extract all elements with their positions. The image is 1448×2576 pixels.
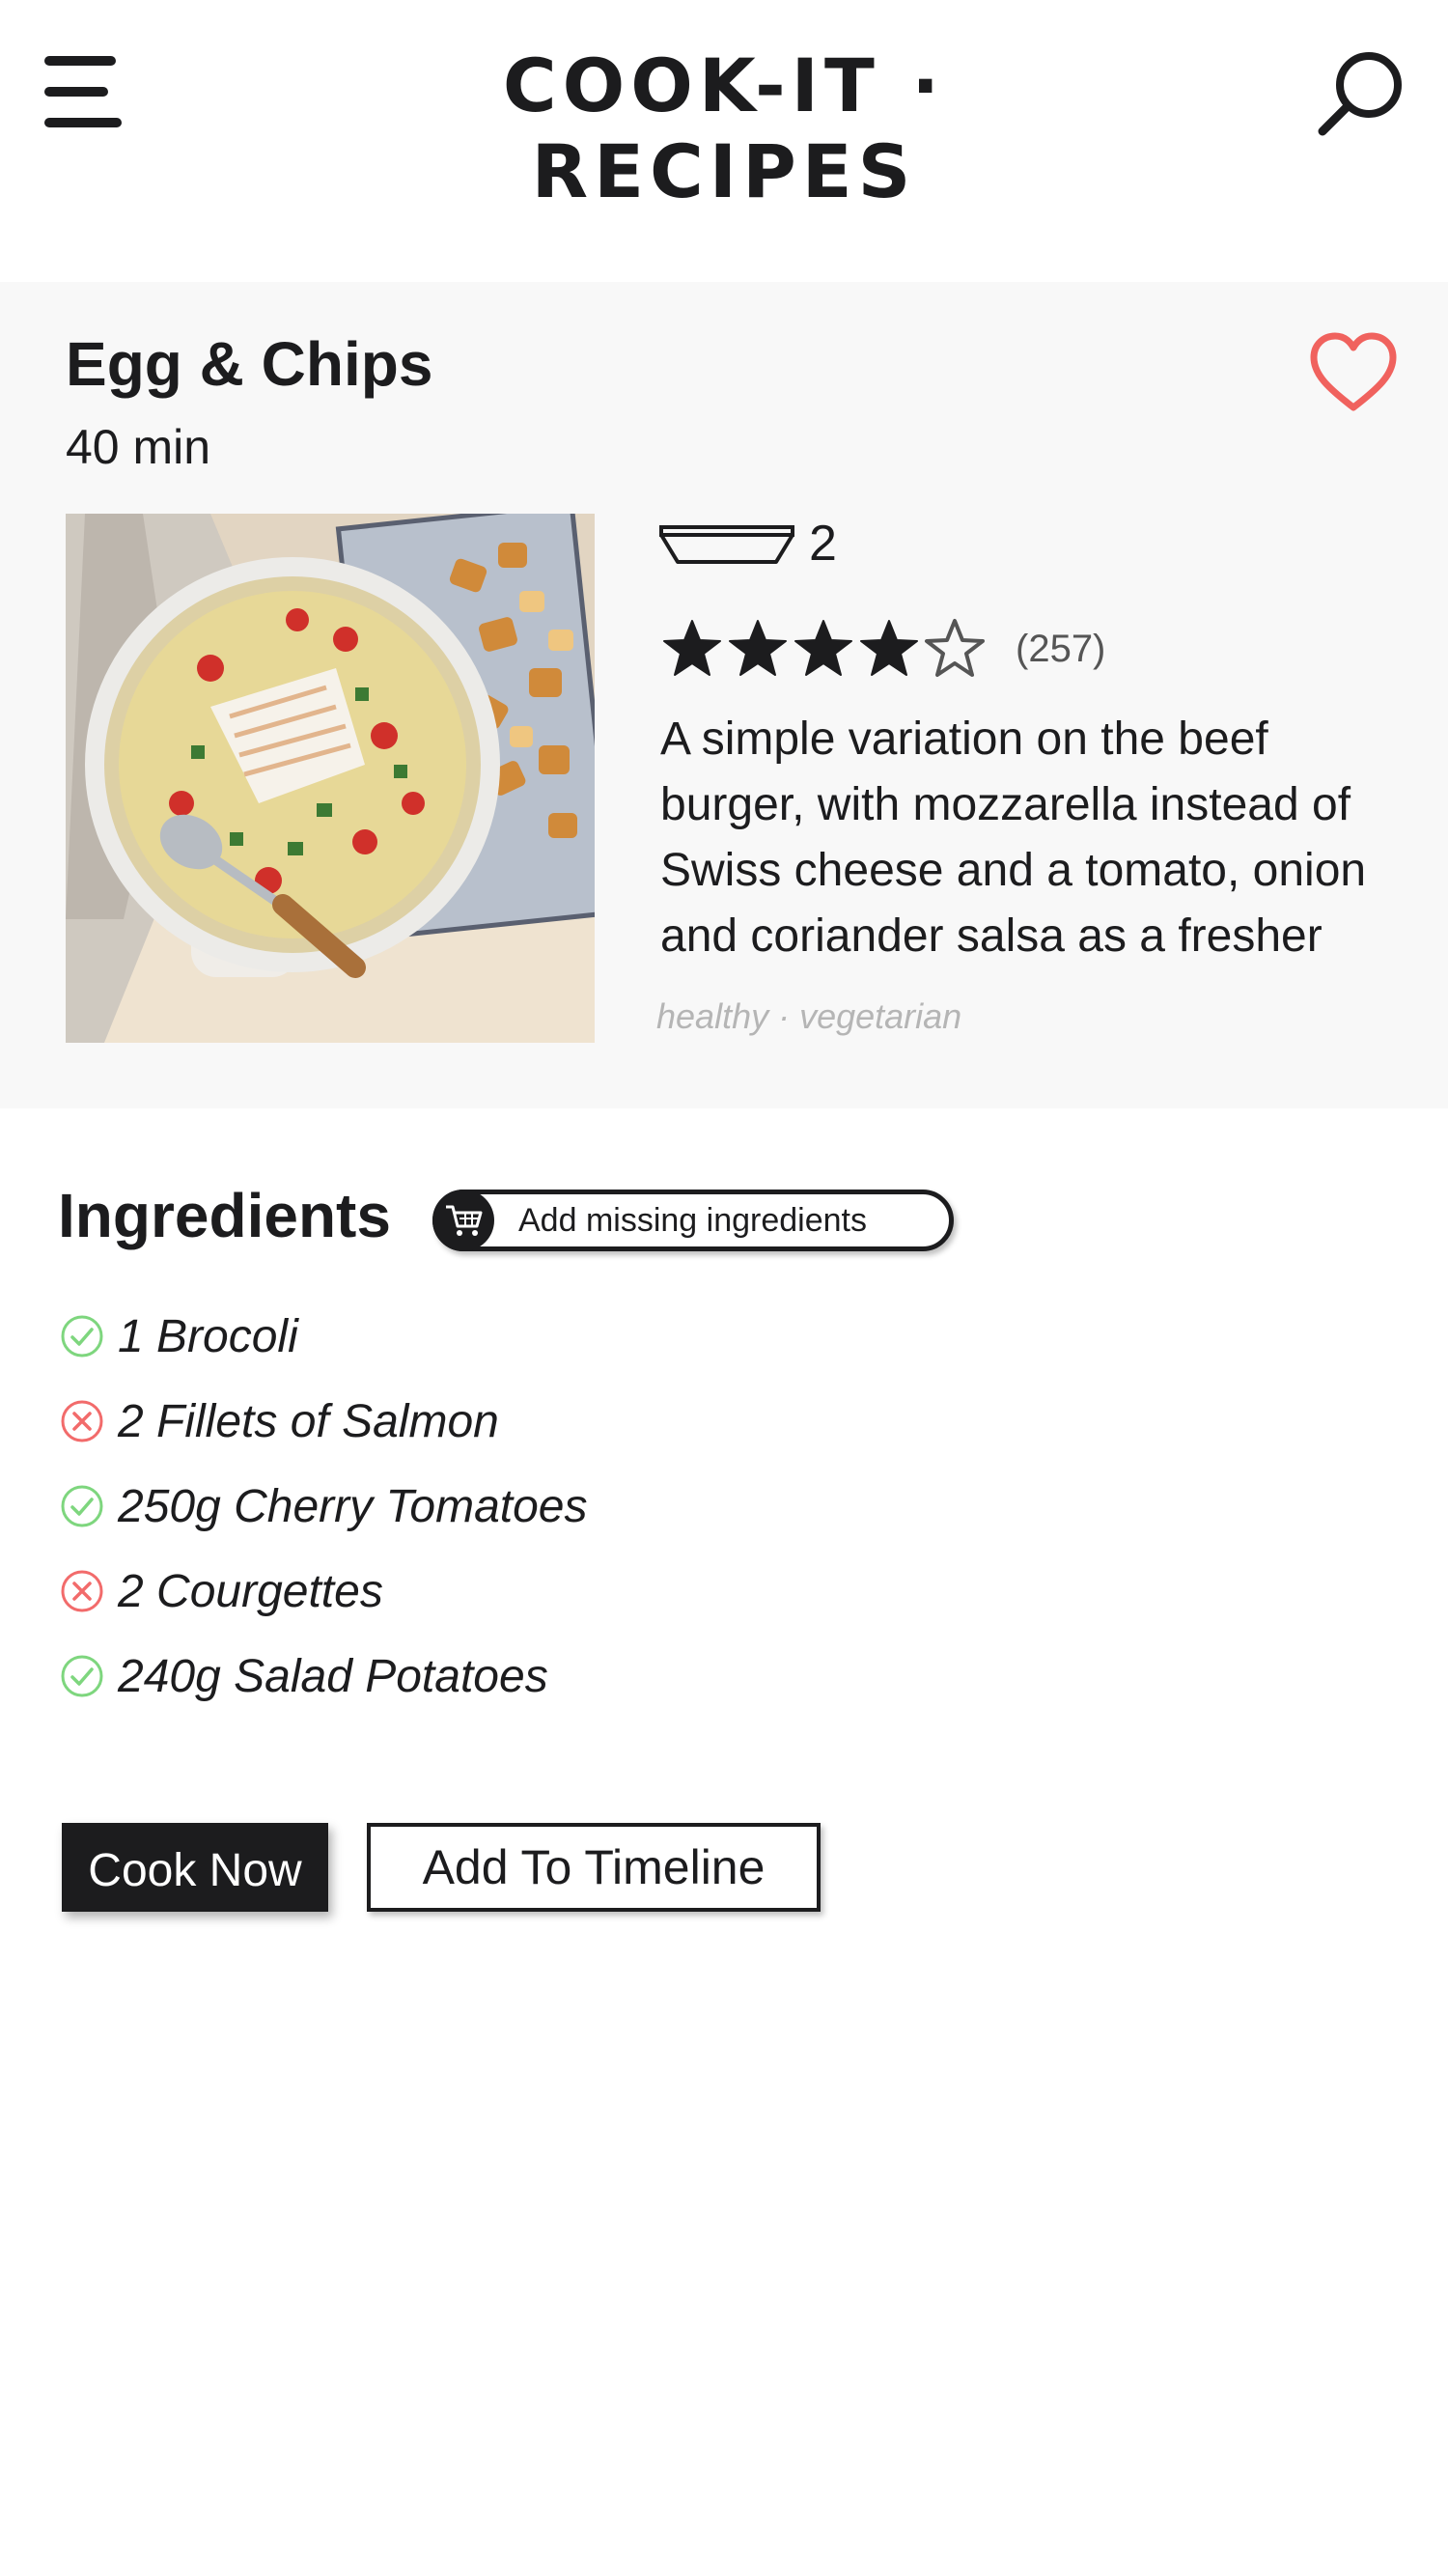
ingredient-item[interactable]: 1 Brocoli — [60, 1294, 588, 1379]
cart-icon — [432, 1190, 494, 1251]
ingredient-list: 1 Brocoli 2 Fillets of Salmon 250g Cherry … — [60, 1294, 588, 1719]
recipe-card[interactable]: Egg & Chips 40 min 2 (257) A simple vari… — [0, 282, 1448, 1108]
star-filled-icon — [729, 620, 787, 676]
ingredient-item[interactable]: 250g Cherry Tomatoes — [60, 1464, 588, 1549]
ingredient-text: 250g Cherry Tomatoes — [118, 1480, 588, 1532]
check-circle-icon — [61, 1655, 103, 1697]
recipe-tags: healthy · vegetarian — [656, 996, 962, 1036]
app-header: COOK-IT · RECIPES — [0, 0, 1448, 214]
cook-now-button[interactable]: Cook Now — [62, 1823, 328, 1912]
ingredient-item[interactable]: 2 Fillets of Salmon — [60, 1379, 588, 1464]
ingredient-text: 2 Courgettes — [118, 1565, 383, 1617]
check-circle-icon — [61, 1315, 103, 1358]
star-empty-icon — [925, 619, 985, 677]
servings: 2 — [658, 510, 837, 577]
cook-time: 40 min — [66, 420, 211, 474]
recipe-title: Egg & Chips — [66, 329, 433, 399]
add-missing-label: Add missing ingredients — [518, 1201, 867, 1239]
star-filled-icon — [860, 620, 918, 676]
star-filled-icon — [663, 620, 721, 676]
star-filled-icon — [794, 620, 852, 676]
ingredients-heading: Ingredients — [58, 1181, 391, 1250]
add-missing-ingredients-button[interactable]: Add missing ingredients — [432, 1190, 954, 1251]
star-rating — [660, 617, 989, 681]
check-circle-icon — [61, 1485, 103, 1527]
servings-count: 2 — [809, 516, 837, 572]
cross-circle-icon — [61, 1400, 103, 1442]
app-title: COOK-IT · RECIPES — [502, 42, 946, 214]
recipe-photo — [66, 514, 595, 1043]
add-to-timeline-button[interactable]: Add To Timeline — [367, 1823, 821, 1912]
ingredient-text: 1 Brocoli — [118, 1310, 298, 1362]
rating-count: (257) — [1016, 627, 1106, 670]
bowl-icon — [659, 525, 794, 564]
recipe-description: A simple variation on the beef burger, w… — [660, 714, 1367, 962]
rating: (257) — [660, 610, 1105, 687]
ingredient-item[interactable]: 2 Courgettes — [60, 1549, 588, 1634]
hamburger-menu-icon[interactable] — [44, 54, 124, 133]
search-icon[interactable] — [1315, 46, 1407, 139]
ingredient-item[interactable]: 240g Salad Potatoes — [60, 1634, 588, 1719]
ingredient-text: 2 Fillets of Salmon — [118, 1395, 499, 1447]
heart-icon[interactable] — [1309, 332, 1398, 413]
cross-circle-icon — [61, 1570, 103, 1612]
ingredient-text: 240g Salad Potatoes — [118, 1650, 548, 1702]
